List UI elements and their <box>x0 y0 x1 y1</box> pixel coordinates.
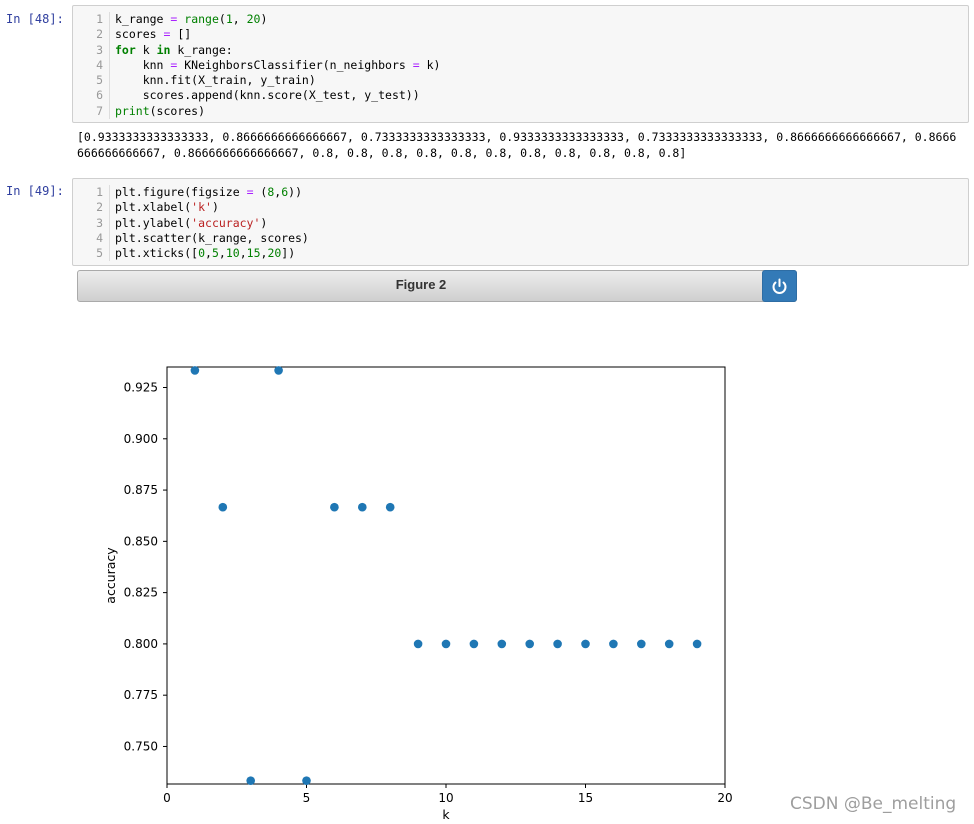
line-number: 5 <box>81 73 110 89</box>
code-line: 6 scores.append(knn.score(X_test, y_test… <box>81 88 968 104</box>
scatter-point <box>637 639 646 649</box>
y-tick-label: 0.825 <box>124 586 158 600</box>
x-tick-label: 10 <box>438 791 453 805</box>
code-line: 3 for k in k_range: <box>81 42 968 58</box>
code-line: 4 knn = KNeighborsClassifier(n_neighbors… <box>81 57 968 74</box>
code-text: knn = KNeighborsClassifier(n_neighbors =… <box>115 57 441 72</box>
code-line: 1 k_range = range(1, 20) <box>81 12 968 28</box>
code-text: plt.ylabel('accuracy') <box>115 215 268 230</box>
scatter-point <box>358 502 367 512</box>
code-text: knn.fit(X_train, y_train) <box>115 73 316 88</box>
scatter-point <box>441 639 451 649</box>
code-text: plt.xticks([0,5,10,15,20]) <box>115 246 296 261</box>
y-axis-label: accuracy <box>103 547 118 604</box>
power-icon <box>772 278 787 294</box>
code-text: scores = [] <box>115 27 192 42</box>
scatter-point <box>469 639 479 649</box>
cell-48-output: [0.9333333333333333, 0.8666666666666667,… <box>77 130 957 160</box>
code-text: for k in k_range: <box>115 42 233 57</box>
cell-49-prompt: In [49]: <box>6 184 64 198</box>
x-tick-label: 0 <box>163 791 171 805</box>
scatter-point <box>274 366 283 375</box>
code-line: 3 plt.ylabel('accuracy') <box>81 215 968 231</box>
code-line: 4 plt.scatter(k_range, scores) <box>81 230 968 247</box>
y-tick-label: 0.925 <box>124 381 158 395</box>
code-line: 7 print(scores) <box>81 103 968 120</box>
x-tick-label: 5 <box>303 791 311 805</box>
cell-49-code-editor[interactable]: 1 plt.figure(figsize = (8,6)) 2 plt.xlabel(… <box>72 178 969 266</box>
cell-48-code-editor[interactable]: 1 k_range = range(1, 20) 2 scores = [] 3 for … <box>72 5 969 123</box>
line-number: 3 <box>81 215 110 231</box>
code-line: 2 plt.xlabel('k') <box>81 200 968 216</box>
scatter-point <box>581 639 590 649</box>
y-tick-label: 0.875 <box>124 483 158 497</box>
y-tick-label: 0.900 <box>124 432 158 446</box>
scatter-point <box>330 502 339 512</box>
code-text: scores.append(knn.score(X_test, y_test)) <box>115 88 420 103</box>
x-tick-label: 20 <box>717 791 732 805</box>
scatter-point <box>190 366 200 375</box>
code-lines: 1 k_range = range(1, 20) 2 scores = [] 3 for … <box>81 12 968 120</box>
code-text: print(scores) <box>115 103 206 118</box>
scatter-point <box>525 639 534 649</box>
x-axis-label: k <box>442 807 450 822</box>
code-line: 5 knn.fit(X_train, y_train) <box>81 73 968 89</box>
scatter-point <box>302 776 311 785</box>
scatter-point <box>385 502 395 512</box>
x-tick-label: 15 <box>578 791 593 805</box>
scatter-point <box>692 639 702 649</box>
csdn-watermark: CSDN @Be_melting <box>790 794 957 814</box>
scatter-point <box>497 639 507 649</box>
line-number: 7 <box>81 103 110 120</box>
line-number: 6 <box>81 88 110 104</box>
scatter-point <box>553 639 562 649</box>
line-number: 4 <box>81 57 110 74</box>
code-text: k_range = range(1, 20) <box>115 12 268 26</box>
y-tick-label: 0.750 <box>124 739 158 753</box>
scatter-point <box>413 639 423 649</box>
y-tick-label: 0.800 <box>124 637 158 651</box>
line-number: 1 <box>81 185 110 201</box>
figure-close-button[interactable] <box>762 270 797 302</box>
scatter-chart: 0 5 10 15 20 0.750 0.775 0.800 0.825 0.850 0.875 0.… <box>103 366 733 822</box>
line-number: 3 <box>81 42 110 58</box>
code-line: 2 scores = [] <box>81 27 968 43</box>
cell-48-prompt: In [48]: <box>6 12 64 26</box>
code-line: 1 plt.figure(figsize = (8,6)) <box>81 185 968 201</box>
y-tick-label: 0.775 <box>124 688 158 702</box>
scatter-point <box>246 776 255 785</box>
code-lines: 1 plt.figure(figsize = (8,6)) 2 plt.xlabel(… <box>81 185 968 262</box>
scatter-point <box>218 502 228 512</box>
line-number: 2 <box>81 200 110 216</box>
figure-title: Figure 2 <box>395 277 447 292</box>
figure-header: Figure 2 <box>77 270 797 302</box>
code-text: plt.xlabel('k') <box>115 200 219 215</box>
line-number: 5 <box>81 246 110 262</box>
line-number: 2 <box>81 27 110 43</box>
line-number: 1 <box>81 12 110 28</box>
code-line: 5 plt.xticks([0,5,10,15,20]) <box>81 246 968 262</box>
scatter-point <box>664 639 674 649</box>
line-number: 4 <box>81 230 110 247</box>
code-text: plt.figure(figsize = (8,6)) <box>115 185 303 199</box>
plot-frame <box>166 366 726 785</box>
code-text: plt.scatter(k_range, scores) <box>115 230 309 245</box>
y-tick-label: 0.850 <box>124 534 158 548</box>
scatter-point <box>609 639 618 649</box>
